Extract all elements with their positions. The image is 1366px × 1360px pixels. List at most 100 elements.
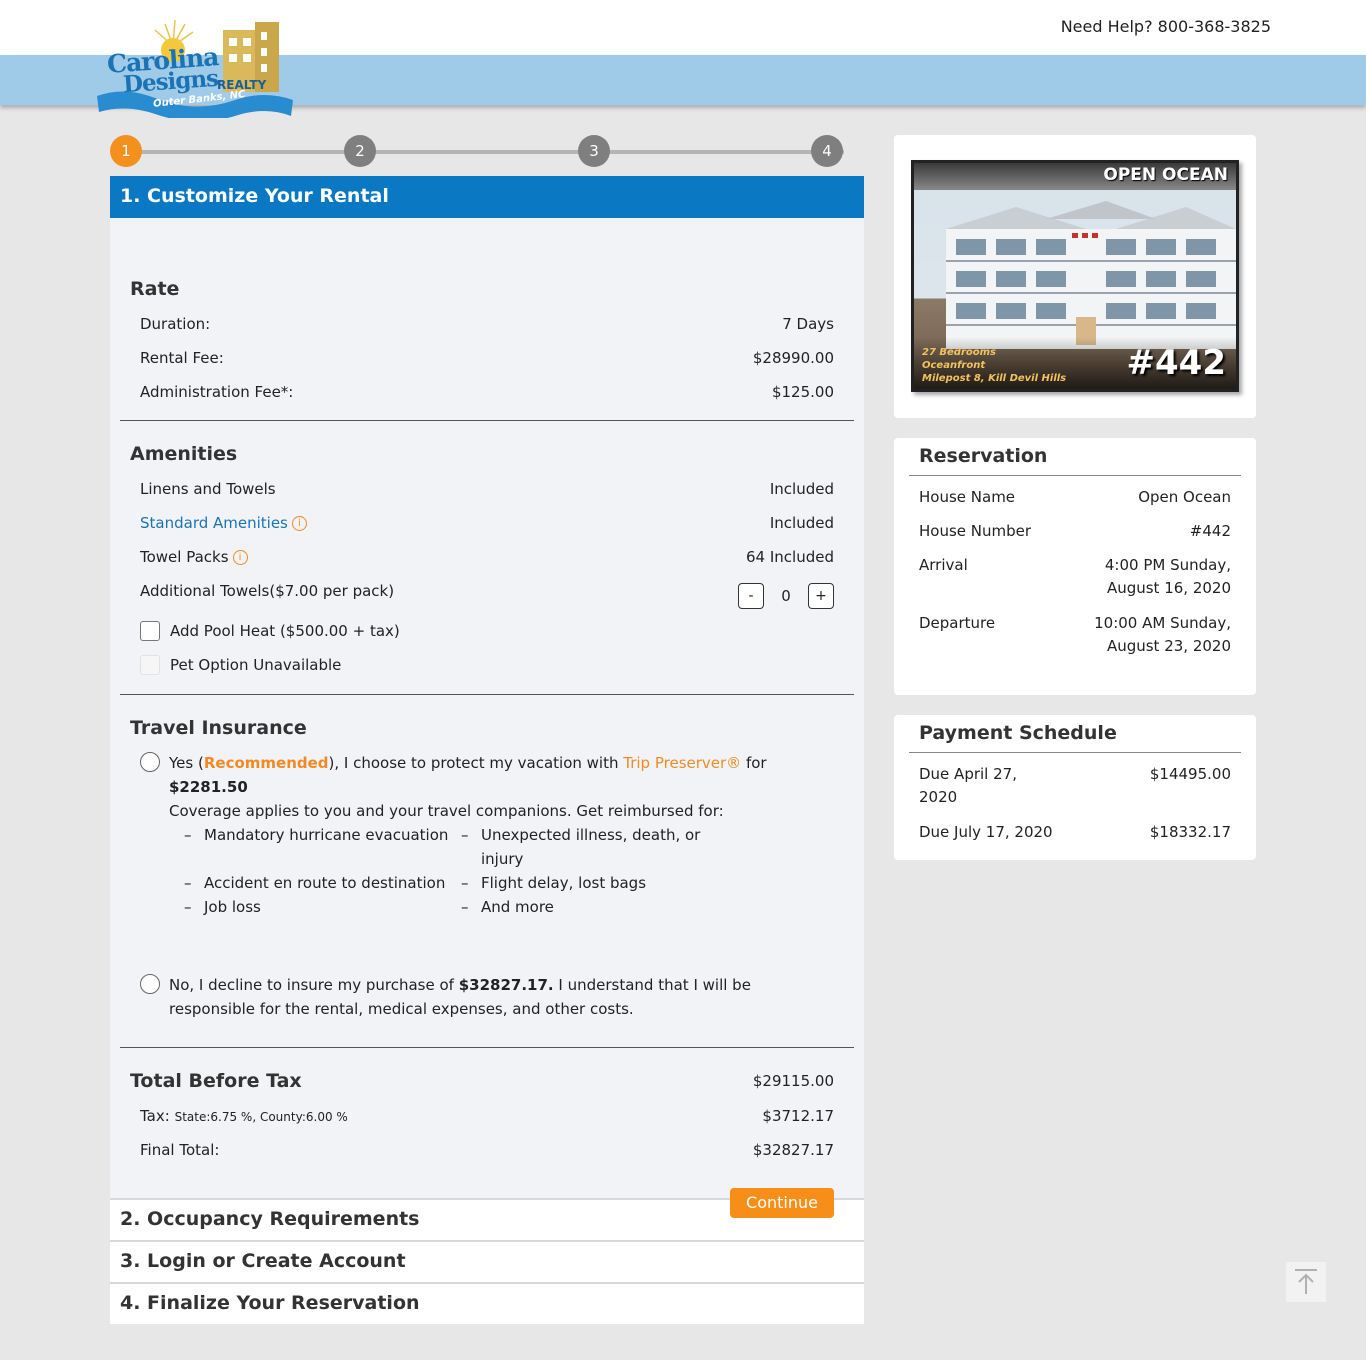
company-logo[interactable]: Carolina Designs REALTY Outer Banks, NC	[95, 18, 295, 118]
coverage-item: – Unexpected illness, death, or injury	[461, 823, 741, 871]
reservation-row: Departure 10:00 AM Sunday, August 23, 20…	[919, 612, 1231, 658]
rate-label: Administration Fee*:	[140, 383, 294, 401]
coverage-text: Accident en route to destination	[204, 874, 446, 892]
amenity-value: Included	[769, 480, 834, 498]
final-total-value: $32827.17	[752, 1141, 834, 1159]
amenity-value: Included	[769, 514, 834, 532]
payment-value: $14495.00	[1149, 765, 1231, 783]
payment-schedule-card: Payment Schedule Due April 27, 2020 $144…	[894, 715, 1256, 860]
reservation-label: House Number	[919, 522, 1032, 540]
payment-schedule-title: Payment Schedule	[919, 722, 1117, 744]
scroll-to-top-button[interactable]	[1286, 1262, 1326, 1302]
arrow-up-to-line-icon	[1295, 1269, 1317, 1294]
increment-button[interactable]: +	[808, 583, 834, 609]
step-3[interactable]: 3	[578, 135, 610, 167]
info-circle-icon[interactable]: i	[232, 550, 248, 565]
amenities-heading: Amenities	[130, 443, 238, 465]
amenity-label: Towel Packs	[140, 548, 229, 566]
tax-detail: State:6.75 %, County:6.00 %	[174, 1110, 348, 1124]
divider	[909, 475, 1241, 476]
trip-preserver-link[interactable]: Trip Preserver®	[623, 754, 741, 772]
text: No, I decline to insure my purchase of	[169, 976, 459, 994]
coverage-item: – Flight delay, lost bags	[461, 871, 741, 895]
section-customize-header[interactable]: 1. Customize Your Rental	[110, 176, 864, 218]
property-photo-card: OPEN OCEAN 27 Bedrooms Oceanfront Milepo…	[894, 135, 1256, 418]
reservation-label: Departure	[919, 614, 996, 632]
insurance-yes-radio[interactable]	[140, 752, 160, 772]
insurance-price: $2281.50	[169, 778, 248, 796]
reservation-label: House Name	[919, 488, 1016, 506]
bullet-dash: –	[461, 826, 469, 844]
progress-stepper: 1 2 3 4	[110, 135, 864, 169]
logo-ribbon: Outer Banks, NC	[95, 89, 295, 116]
help-phone[interactable]: Need Help? 800-368-3825	[1061, 17, 1271, 36]
logo-location: Outer Banks, NC	[152, 89, 247, 110]
text: Yes (	[169, 754, 204, 772]
reservation-card: Reservation House Name Open Ocean House …	[894, 438, 1256, 695]
property-bedrooms: 27 Bedrooms	[922, 347, 997, 358]
divider	[120, 420, 854, 421]
insurance-no-content: No, I decline to insure my purchase of $…	[169, 973, 834, 1021]
bullet-dash: –	[461, 898, 469, 916]
property-photo[interactable]: OPEN OCEAN 27 Bedrooms Oceanfront Milepo…	[911, 160, 1239, 392]
decrement-button[interactable]: -	[738, 583, 764, 609]
bullet-dash: –	[184, 898, 192, 916]
payment-label: Due July 17, 2020	[919, 823, 1053, 841]
reservation-row: Arrival 4:00 PM Sunday, August 16, 2020	[919, 554, 1231, 600]
coverage-list: – Mandatory hurricane evacuation – Unexpec…	[184, 823, 834, 919]
coverage-text: Unexpected illness, death, or injury	[481, 826, 701, 868]
continue-button[interactable]: Continue	[730, 1188, 834, 1218]
total-before-tax-value: $29115.00	[752, 1072, 834, 1090]
reservation-value: Open Ocean	[1138, 488, 1231, 506]
property-name-banner: OPEN OCEAN	[1103, 165, 1228, 185]
reservation-row: House Number #442	[919, 520, 1231, 543]
pool-heat-checkbox[interactable]	[140, 621, 160, 641]
insurance-no-radio[interactable]	[140, 974, 160, 994]
info-circle-icon[interactable]: i	[291, 516, 307, 531]
towel-quantity-stepper: - 0 +	[738, 583, 834, 609]
insurance-yes-content: Yes (Recommended), I choose to protect m…	[169, 751, 834, 919]
coverage-item: – Accident en route to destination	[184, 871, 461, 895]
rate-label: Duration:	[140, 315, 211, 333]
final-total-label: Final Total:	[140, 1141, 220, 1159]
amenity-additional-towels: Additional Towels($7.00 per pack)	[140, 582, 834, 600]
pet-option: Pet Option Unavailable	[140, 655, 341, 675]
pool-heat-label[interactable]: Add Pool Heat ($500.00 + tax)	[170, 622, 400, 640]
rate-row-rental-fee: Rental Fee: $28990.00	[140, 349, 834, 367]
pool-heat-option[interactable]: Add Pool Heat ($500.00 + tax)	[140, 621, 400, 641]
step-2[interactable]: 2	[344, 135, 376, 167]
coverage-item: – Job loss	[184, 895, 461, 919]
rate-value: $125.00	[771, 383, 834, 401]
tax-label: Tax:	[140, 1107, 170, 1125]
divider	[120, 1047, 854, 1048]
step-4[interactable]: 4	[811, 135, 843, 167]
insurance-yes-option[interactable]: Yes (Recommended), I choose to protect m…	[140, 751, 834, 919]
tax-row: Tax: State:6.75 %, County:6.00 % $3712.1…	[140, 1107, 834, 1125]
tax-value: $3712.17	[762, 1107, 834, 1125]
towel-quantity-value[interactable]: 0	[764, 587, 808, 605]
coverage-text: Flight delay, lost bags	[481, 874, 647, 892]
house-illustration	[946, 201, 1236, 349]
section-finalize-header[interactable]: 4. Finalize Your Reservation	[110, 1282, 864, 1324]
property-info: 27 Bedrooms Oceanfront Milepost 8, Kill …	[922, 346, 1066, 385]
step-1[interactable]: 1	[110, 135, 142, 167]
rate-row-admin-fee: Administration Fee*: $125.00	[140, 383, 834, 401]
payment-row: Due April 27, 2020 $14495.00	[919, 763, 1231, 809]
amenity-standard: Standard Amenities i Included	[140, 514, 834, 532]
payment-row: Due July 17, 2020 $18332.17	[919, 821, 1231, 844]
divider	[909, 752, 1241, 753]
coverage-text: And more	[481, 898, 554, 916]
checkout-main: 1. Customize Your Rental Rate Duration: …	[110, 176, 864, 1324]
property-location-type: Oceanfront	[922, 360, 986, 371]
section-login-header[interactable]: 3. Login or Create Account	[110, 1240, 864, 1282]
coverage-text: Coverage applies to you and your travel …	[169, 802, 724, 820]
bullet-dash: –	[461, 874, 469, 892]
amenity-value: 64 Included	[746, 548, 834, 566]
divider	[120, 694, 854, 695]
section-customize-panel: Rate Duration: 7 Days Rental Fee: $28990…	[110, 218, 864, 1218]
decline-amount: $32827.17.	[458, 976, 554, 994]
insurance-no-option[interactable]: No, I decline to insure my purchase of $…	[140, 973, 834, 1021]
coverage-item: – And more	[461, 895, 741, 919]
rate-heading: Rate	[130, 278, 180, 300]
standard-amenities-link[interactable]: Standard Amenities	[140, 514, 288, 532]
